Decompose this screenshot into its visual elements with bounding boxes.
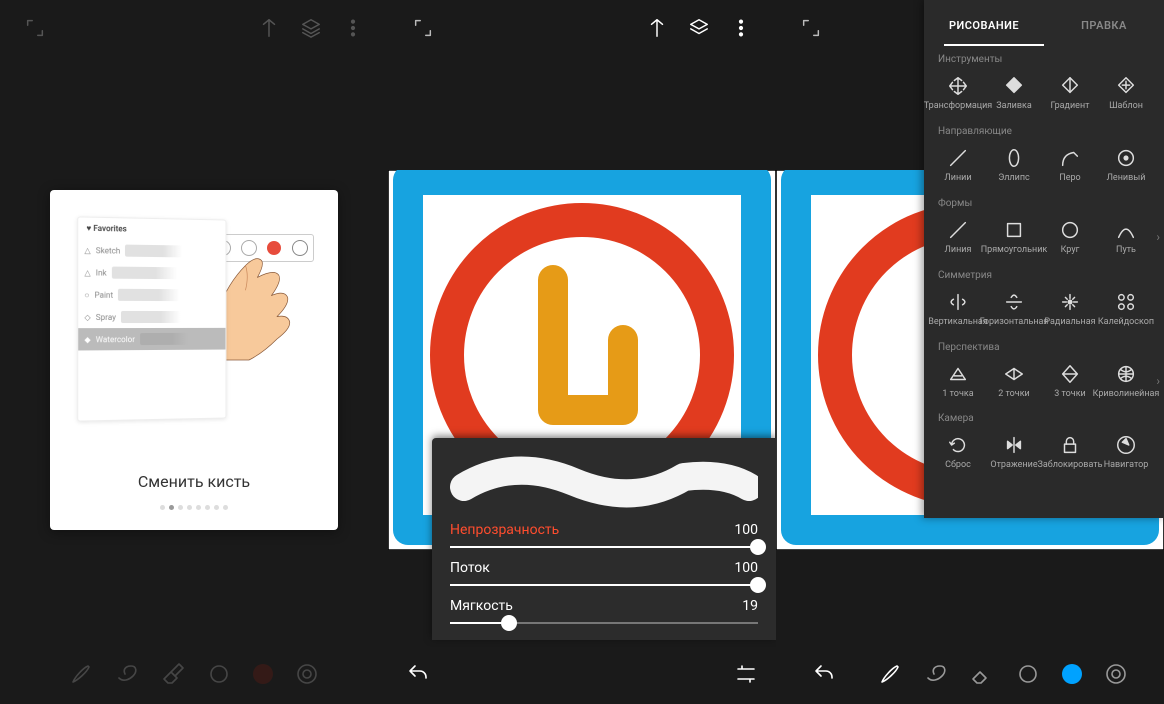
brush-settings-panel: Непрозрачность100 Поток100 Мягкость19 [432, 438, 776, 640]
persp-curve[interactable]: Криволинейная [1098, 357, 1154, 406]
tutorial-illustration: ♥ Favorites △Sketch △Ink ○Paint ◇Spray ◆… [64, 204, 324, 424]
persp-2pt[interactable]: 2 точки [986, 357, 1042, 406]
tool-fill[interactable]: Заливка [986, 69, 1042, 118]
guide-pen[interactable]: Перо [1042, 141, 1098, 190]
bottom-toolbar [776, 662, 1164, 686]
settings-slider-icon[interactable] [734, 662, 758, 686]
brush-icon[interactable] [878, 662, 902, 686]
tab-drawing[interactable]: РИСОВАНИЕ [924, 6, 1044, 44]
flow-slider[interactable]: Поток100 [450, 560, 758, 586]
cam-navigator[interactable]: Навигатор [1098, 428, 1154, 477]
cam-reset[interactable]: Сброс [930, 428, 986, 477]
persp-1pt[interactable]: 1 точка [930, 357, 986, 406]
smudge-icon[interactable] [115, 662, 139, 686]
eraser-icon[interactable] [970, 662, 994, 686]
tool-pattern[interactable]: Шаблон [1098, 69, 1154, 118]
guide-lines[interactable]: Линии [930, 141, 986, 190]
chevron-right-icon[interactable]: › [1152, 226, 1164, 248]
shape-icon[interactable] [1016, 662, 1040, 686]
bottom-toolbar [388, 662, 776, 686]
shape-icon[interactable] [207, 662, 231, 686]
section-heading: Инструменты [924, 46, 1164, 69]
section-heading: Камера [924, 405, 1164, 428]
tools-sidepanel: РИСОВАНИЕ ПРАВКА Инструменты Трансформац… [924, 0, 1164, 518]
pane-brush-settings: Непрозрачность100 Поток100 Мягкость19 [388, 0, 776, 704]
guide-lazy[interactable]: Ленивый [1098, 141, 1154, 190]
shape-rect[interactable]: Прямоугольник [986, 213, 1042, 262]
tutorial-brush-list: ♥ Favorites △Sketch △Ink ○Paint ◇Spray ◆… [77, 216, 226, 421]
undo-icon[interactable] [812, 662, 836, 686]
pane-tools: РИСОВАНИЕ ПРАВКА Инструменты Трансформац… [776, 0, 1164, 704]
pane-tutorial: ♥ Favorites △Sketch △Ink ○Paint ◇Spray ◆… [0, 0, 388, 704]
smudge-icon[interactable] [924, 662, 948, 686]
sym-vertical[interactable]: Вертикальная [930, 285, 986, 334]
more-icon[interactable] [730, 17, 752, 39]
shape-path[interactable]: Путь [1098, 213, 1154, 262]
fullscreen-icon[interactable] [412, 17, 434, 39]
tab-edit[interactable]: ПРАВКА [1044, 6, 1164, 44]
bottom-toolbar [0, 662, 388, 686]
fullscreen-icon[interactable] [24, 17, 46, 39]
brush-icon[interactable] [69, 662, 93, 686]
persp-3pt[interactable]: 3 точки [1042, 357, 1098, 406]
tutorial-pagination[interactable] [160, 505, 228, 510]
layers-icon[interactable] [688, 17, 710, 39]
softness-slider[interactable]: Мягкость19 [450, 598, 758, 624]
tutorial-card[interactable]: ♥ Favorites △Sketch △Ink ○Paint ◇Spray ◆… [50, 190, 338, 530]
more-icon[interactable] [342, 17, 364, 39]
shape-circle[interactable]: Круг [1042, 213, 1098, 262]
guide-ellipse[interactable]: Эллипс [986, 141, 1042, 190]
tutorial-title: Сменить кисть [138, 472, 250, 491]
tool-transform[interactable]: Трансформация [930, 69, 986, 118]
symmetry-icon[interactable] [258, 17, 280, 39]
brush-stroke-preview [450, 452, 758, 512]
eraser-icon[interactable] [161, 662, 185, 686]
section-heading: Перспектива [924, 334, 1164, 357]
color-swatch[interactable] [253, 664, 273, 684]
picker-icon[interactable] [1104, 662, 1128, 686]
sym-radial[interactable]: Радиальная [1042, 285, 1098, 334]
color-swatch[interactable] [1062, 664, 1082, 684]
appbar [388, 0, 776, 56]
appbar [0, 0, 388, 56]
section-heading: Направляющие [924, 118, 1164, 141]
section-heading: Формы [924, 190, 1164, 213]
fullscreen-icon[interactable] [800, 17, 822, 39]
symmetry-icon[interactable] [646, 17, 668, 39]
opacity-slider[interactable]: Непрозрачность100 [450, 522, 758, 548]
cam-flip[interactable]: Отражение [986, 428, 1042, 477]
chevron-right-icon[interactable]: › [1152, 370, 1164, 392]
undo-icon[interactable] [406, 662, 430, 686]
sym-horizontal[interactable]: Горизонтальная [986, 285, 1042, 334]
cam-lock[interactable]: Заблокировать [1042, 428, 1098, 477]
shape-line[interactable]: Линия [930, 213, 986, 262]
tool-gradient[interactable]: Градиент [1042, 69, 1098, 118]
picker-icon[interactable] [295, 662, 319, 686]
layers-icon[interactable] [300, 17, 322, 39]
section-heading: Симметрия [924, 262, 1164, 285]
sym-kaleidoscope[interactable]: Калейдоскоп [1098, 285, 1154, 334]
